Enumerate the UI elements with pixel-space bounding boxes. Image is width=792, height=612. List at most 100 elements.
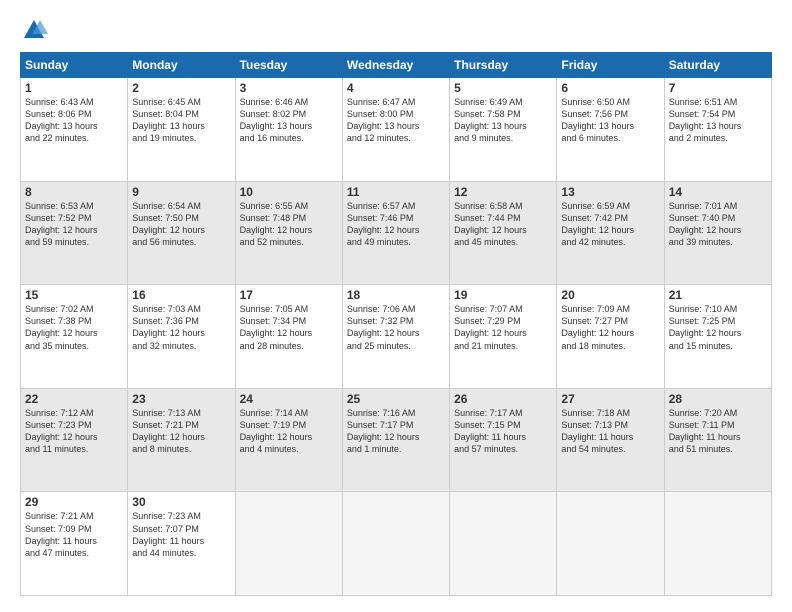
day-detail: Sunrise: 7:06 AMSunset: 7:32 PMDaylight:… [347,303,445,352]
day-detail: Sunrise: 6:51 AMSunset: 7:54 PMDaylight:… [669,96,767,145]
day-detail: Sunrise: 7:14 AMSunset: 7:19 PMDaylight:… [240,407,338,456]
day-number: 12 [454,185,552,199]
day-detail: Sunrise: 6:50 AMSunset: 7:56 PMDaylight:… [561,96,659,145]
calendar-cell: 6Sunrise: 6:50 AMSunset: 7:56 PMDaylight… [557,78,664,182]
calendar-header-saturday: Saturday [664,53,771,78]
page-header [20,16,772,44]
calendar-cell: 8Sunrise: 6:53 AMSunset: 7:52 PMDaylight… [21,181,128,285]
day-number: 27 [561,392,659,406]
day-number: 26 [454,392,552,406]
day-number: 8 [25,185,123,199]
day-detail: Sunrise: 6:49 AMSunset: 7:58 PMDaylight:… [454,96,552,145]
calendar-cell: 5Sunrise: 6:49 AMSunset: 7:58 PMDaylight… [450,78,557,182]
day-detail: Sunrise: 6:43 AMSunset: 8:06 PMDaylight:… [25,96,123,145]
calendar-cell: 7Sunrise: 6:51 AMSunset: 7:54 PMDaylight… [664,78,771,182]
calendar-cell: 22Sunrise: 7:12 AMSunset: 7:23 PMDayligh… [21,388,128,492]
day-number: 22 [25,392,123,406]
day-number: 2 [132,81,230,95]
day-number: 21 [669,288,767,302]
day-number: 23 [132,392,230,406]
calendar-cell: 21Sunrise: 7:10 AMSunset: 7:25 PMDayligh… [664,285,771,389]
day-detail: Sunrise: 6:45 AMSunset: 8:04 PMDaylight:… [132,96,230,145]
day-detail: Sunrise: 6:47 AMSunset: 8:00 PMDaylight:… [347,96,445,145]
day-number: 28 [669,392,767,406]
day-detail: Sunrise: 6:53 AMSunset: 7:52 PMDaylight:… [25,200,123,249]
calendar-cell: 1Sunrise: 6:43 AMSunset: 8:06 PMDaylight… [21,78,128,182]
calendar-cell: 16Sunrise: 7:03 AMSunset: 7:36 PMDayligh… [128,285,235,389]
day-number: 30 [132,495,230,509]
day-detail: Sunrise: 7:18 AMSunset: 7:13 PMDaylight:… [561,407,659,456]
day-detail: Sunrise: 7:13 AMSunset: 7:21 PMDaylight:… [132,407,230,456]
day-number: 19 [454,288,552,302]
day-detail: Sunrise: 7:16 AMSunset: 7:17 PMDaylight:… [347,407,445,456]
calendar-cell: 4Sunrise: 6:47 AMSunset: 8:00 PMDaylight… [342,78,449,182]
calendar-cell: 13Sunrise: 6:59 AMSunset: 7:42 PMDayligh… [557,181,664,285]
calendar-header-friday: Friday [557,53,664,78]
day-detail: Sunrise: 6:46 AMSunset: 8:02 PMDaylight:… [240,96,338,145]
day-number: 14 [669,185,767,199]
calendar-header-thursday: Thursday [450,53,557,78]
day-detail: Sunrise: 7:05 AMSunset: 7:34 PMDaylight:… [240,303,338,352]
logo [20,16,52,44]
day-detail: Sunrise: 7:10 AMSunset: 7:25 PMDaylight:… [669,303,767,352]
day-detail: Sunrise: 7:21 AMSunset: 7:09 PMDaylight:… [25,510,123,559]
day-detail: Sunrise: 7:07 AMSunset: 7:29 PMDaylight:… [454,303,552,352]
calendar-cell [664,492,771,596]
calendar-cell: 17Sunrise: 7:05 AMSunset: 7:34 PMDayligh… [235,285,342,389]
day-number: 10 [240,185,338,199]
calendar-cell [557,492,664,596]
day-number: 18 [347,288,445,302]
calendar-header-row: SundayMondayTuesdayWednesdayThursdayFrid… [21,53,772,78]
day-detail: Sunrise: 7:23 AMSunset: 7:07 PMDaylight:… [132,510,230,559]
day-number: 16 [132,288,230,302]
calendar-cell: 20Sunrise: 7:09 AMSunset: 7:27 PMDayligh… [557,285,664,389]
calendar-cell: 18Sunrise: 7:06 AMSunset: 7:32 PMDayligh… [342,285,449,389]
day-detail: Sunrise: 7:01 AMSunset: 7:40 PMDaylight:… [669,200,767,249]
day-number: 4 [347,81,445,95]
day-number: 9 [132,185,230,199]
calendar-cell [342,492,449,596]
calendar-cell: 11Sunrise: 6:57 AMSunset: 7:46 PMDayligh… [342,181,449,285]
day-number: 5 [454,81,552,95]
day-detail: Sunrise: 7:03 AMSunset: 7:36 PMDaylight:… [132,303,230,352]
calendar-cell: 24Sunrise: 7:14 AMSunset: 7:19 PMDayligh… [235,388,342,492]
calendar-cell: 12Sunrise: 6:58 AMSunset: 7:44 PMDayligh… [450,181,557,285]
calendar-week-row: 29Sunrise: 7:21 AMSunset: 7:09 PMDayligh… [21,492,772,596]
calendar-cell: 26Sunrise: 7:17 AMSunset: 7:15 PMDayligh… [450,388,557,492]
calendar-cell: 30Sunrise: 7:23 AMSunset: 7:07 PMDayligh… [128,492,235,596]
day-number: 1 [25,81,123,95]
calendar-cell: 10Sunrise: 6:55 AMSunset: 7:48 PMDayligh… [235,181,342,285]
day-number: 15 [25,288,123,302]
calendar-cell: 14Sunrise: 7:01 AMSunset: 7:40 PMDayligh… [664,181,771,285]
day-detail: Sunrise: 7:12 AMSunset: 7:23 PMDaylight:… [25,407,123,456]
day-number: 13 [561,185,659,199]
calendar-cell: 28Sunrise: 7:20 AMSunset: 7:11 PMDayligh… [664,388,771,492]
day-number: 11 [347,185,445,199]
day-number: 24 [240,392,338,406]
day-detail: Sunrise: 7:20 AMSunset: 7:11 PMDaylight:… [669,407,767,456]
calendar-week-row: 22Sunrise: 7:12 AMSunset: 7:23 PMDayligh… [21,388,772,492]
calendar-cell [235,492,342,596]
day-detail: Sunrise: 6:59 AMSunset: 7:42 PMDaylight:… [561,200,659,249]
calendar-cell: 29Sunrise: 7:21 AMSunset: 7:09 PMDayligh… [21,492,128,596]
day-number: 3 [240,81,338,95]
day-number: 17 [240,288,338,302]
logo-icon [20,16,48,44]
calendar-week-row: 8Sunrise: 6:53 AMSunset: 7:52 PMDaylight… [21,181,772,285]
day-detail: Sunrise: 7:02 AMSunset: 7:38 PMDaylight:… [25,303,123,352]
calendar-cell [450,492,557,596]
day-detail: Sunrise: 6:55 AMSunset: 7:48 PMDaylight:… [240,200,338,249]
calendar-cell: 9Sunrise: 6:54 AMSunset: 7:50 PMDaylight… [128,181,235,285]
calendar-header-sunday: Sunday [21,53,128,78]
calendar-week-row: 15Sunrise: 7:02 AMSunset: 7:38 PMDayligh… [21,285,772,389]
calendar-cell: 2Sunrise: 6:45 AMSunset: 8:04 PMDaylight… [128,78,235,182]
calendar-cell: 25Sunrise: 7:16 AMSunset: 7:17 PMDayligh… [342,388,449,492]
day-number: 7 [669,81,767,95]
calendar: SundayMondayTuesdayWednesdayThursdayFrid… [20,52,772,596]
day-detail: Sunrise: 6:54 AMSunset: 7:50 PMDaylight:… [132,200,230,249]
day-detail: Sunrise: 6:57 AMSunset: 7:46 PMDaylight:… [347,200,445,249]
day-detail: Sunrise: 7:09 AMSunset: 7:27 PMDaylight:… [561,303,659,352]
calendar-cell: 3Sunrise: 6:46 AMSunset: 8:02 PMDaylight… [235,78,342,182]
calendar-header-tuesday: Tuesday [235,53,342,78]
calendar-week-row: 1Sunrise: 6:43 AMSunset: 8:06 PMDaylight… [21,78,772,182]
